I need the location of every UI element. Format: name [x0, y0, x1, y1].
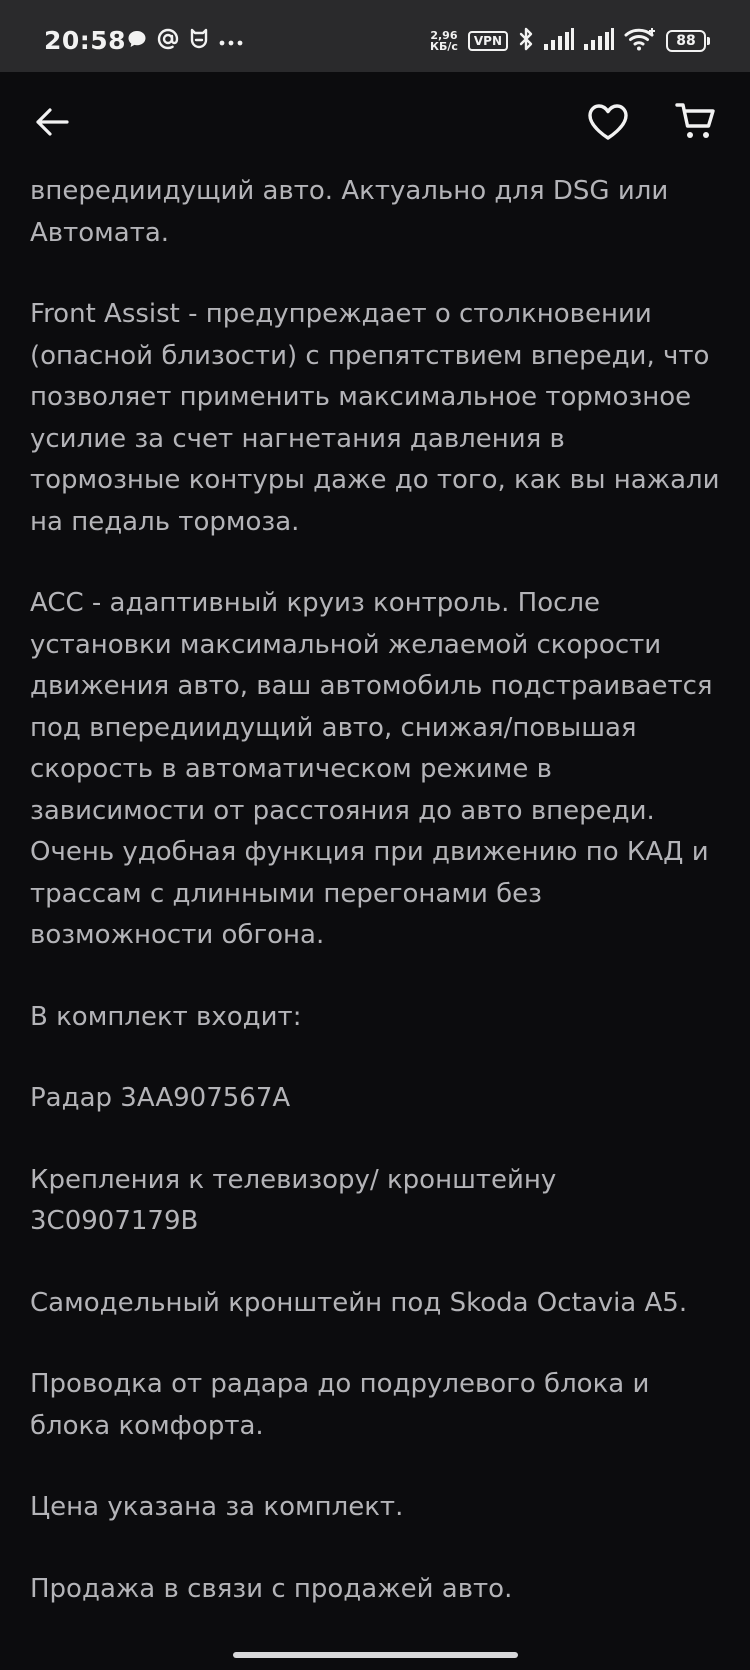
battery-indicator: 88: [666, 30, 710, 52]
description-paragraph: Радар 3AA907567A: [30, 1083, 291, 1113]
more-dots-icon: [219, 32, 243, 51]
battery-level: 88: [666, 30, 706, 52]
network-speed: 2,96 КБ/с: [430, 30, 458, 52]
back-arrow-icon: [35, 107, 69, 141]
description-paragraph: Front Assist - предупреждает о столкнове…: [30, 299, 720, 537]
cart-button[interactable]: [668, 96, 724, 152]
back-button[interactable]: [24, 96, 80, 152]
status-bar: 20:58 2,96 КБ/с VPN 88: [0, 0, 750, 72]
chat-bubble-icon: [127, 29, 147, 53]
listing-description: впередиидущий авто. Актуально для DSG ил…: [30, 171, 720, 1631]
status-time: 20:58: [44, 26, 127, 55]
description-paragraph: Продажа в связи с продажей авто.: [30, 1573, 513, 1604]
description-paragraph: впередиидущий авто. Актуально для DSG ил…: [30, 176, 669, 248]
battery-tip: [707, 37, 710, 45]
description-paragraph: В комплект входит:: [30, 1001, 302, 1032]
description-paragraph: Проводка от радара до подрулевого блока …: [30, 1369, 650, 1441]
home-indicator[interactable]: [233, 1652, 518, 1658]
top-toolbar: [0, 72, 750, 176]
description-paragraph: Крепления к телевизору/ кронштейну 3C090…: [30, 1164, 557, 1237]
cart-icon: [675, 101, 717, 147]
status-system-icons: 2,96 КБ/с VPN 88: [430, 27, 710, 55]
heart-icon: [587, 103, 629, 145]
notification-icons: [127, 28, 243, 54]
mi-app-icon: [189, 28, 209, 54]
signal-strength-2-icon: [584, 28, 614, 54]
signal-strength-icon: [544, 28, 574, 54]
description-paragraph: ACC - адаптивный круиз контроль. После у…: [30, 588, 713, 950]
at-sign-icon: [157, 28, 179, 54]
favorite-button[interactable]: [580, 96, 636, 152]
wifi-icon: [624, 27, 656, 55]
network-speed-unit: КБ/с: [429, 40, 458, 53]
description-paragraph: Самодельный кронштейн под Skoda Octavia …: [30, 1287, 688, 1318]
vpn-badge: VPN: [467, 31, 508, 51]
bluetooth-icon: [518, 27, 534, 55]
description-paragraph: Цена указана за комплект.: [30, 1492, 404, 1522]
